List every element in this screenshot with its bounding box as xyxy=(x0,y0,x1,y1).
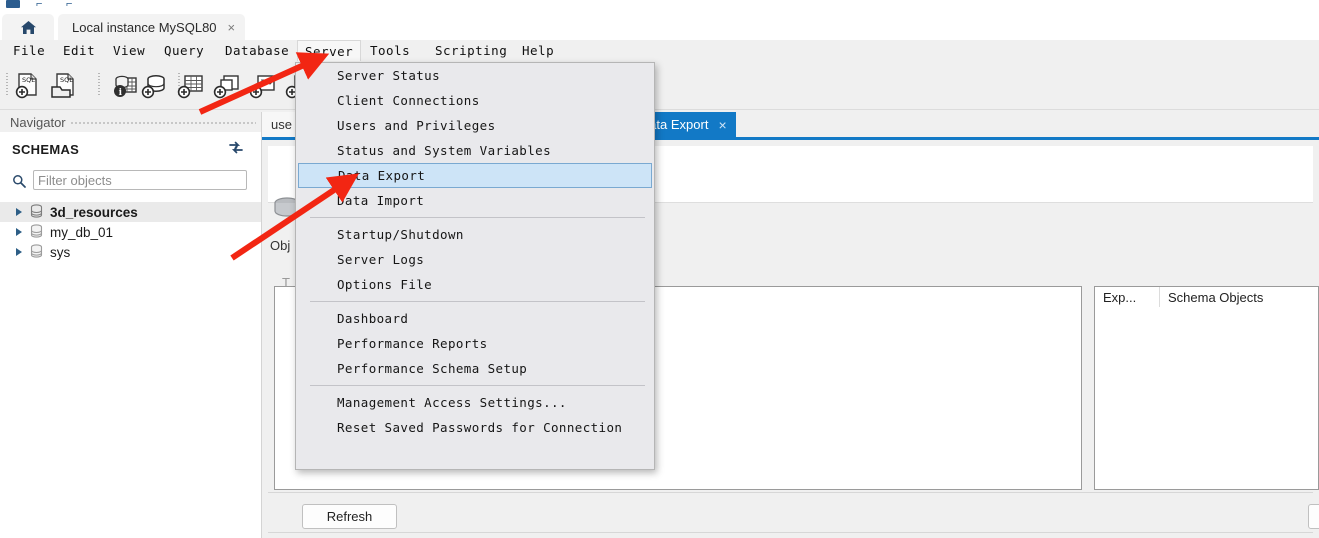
schema-tree-item-my-db-01[interactable]: my_db_01 xyxy=(0,222,262,242)
menu-item-reset-saved-passwords[interactable]: Reset Saved Passwords for Connection xyxy=(296,415,654,440)
menu-help[interactable]: Help xyxy=(515,40,561,61)
navigator-title: Navigator xyxy=(0,114,70,130)
database-icon xyxy=(30,223,43,241)
chevron-right-icon[interactable] xyxy=(16,228,22,236)
editor-tab-label: use xyxy=(271,117,292,132)
column-header-schema-objects[interactable]: Schema Objects xyxy=(1160,287,1271,307)
section-divider xyxy=(268,532,1313,533)
toolbar-separator xyxy=(6,73,8,97)
chrome-glyph-1: ⌐ xyxy=(36,0,43,10)
menu-item-server-logs[interactable]: Server Logs xyxy=(296,247,654,272)
menu-item-startup-shutdown[interactable]: Startup/Shutdown xyxy=(296,222,654,247)
menu-item-performance-schema-setup[interactable]: Performance Schema Setup xyxy=(296,356,654,381)
app-icon-fragment xyxy=(6,0,20,8)
create-table-icon[interactable] xyxy=(176,72,206,100)
chevron-right-icon[interactable] xyxy=(16,248,22,256)
search-icon xyxy=(12,174,26,193)
toolbar-separator xyxy=(98,73,100,97)
menu-file[interactable]: File xyxy=(6,40,52,61)
menu-item-data-export[interactable]: Data Export xyxy=(298,163,652,188)
menu-separator xyxy=(310,217,645,218)
main-toolbar: SQL SQL i xyxy=(0,61,1319,110)
menu-item-management-access-settings[interactable]: Management Access Settings... xyxy=(296,390,654,415)
select-views-button[interactable] xyxy=(1308,504,1319,529)
create-schema-icon[interactable] xyxy=(140,72,170,100)
close-icon[interactable]: × xyxy=(718,117,726,133)
schema-name: my_db_01 xyxy=(50,224,114,240)
database-icon xyxy=(30,203,43,221)
menu-item-performance-reports[interactable]: Performance Reports xyxy=(296,331,654,356)
schemas-label: SCHEMAS xyxy=(12,141,80,157)
server-dropdown-menu: Server Status Client Connections Users a… xyxy=(295,62,655,470)
menu-bar: File Edit View Query Database Server Too… xyxy=(0,40,1319,62)
connection-tab-strip: Local instance MySQL80 × xyxy=(0,12,1319,40)
menu-item-dashboard[interactable]: Dashboard xyxy=(296,306,654,331)
navigator-panel: Navigator SCHEMAS Filter objects 3d_reso… xyxy=(0,112,262,538)
create-procedure-icon[interactable] xyxy=(248,72,278,100)
menu-item-users-and-privileges[interactable]: Users and Privileges xyxy=(296,113,654,138)
menu-separator xyxy=(310,385,645,386)
svg-text:i: i xyxy=(119,88,123,98)
connection-tab-label: Local instance MySQL80 xyxy=(72,19,217,35)
menu-item-client-connections[interactable]: Client Connections xyxy=(296,88,654,113)
svg-text:SQL: SQL xyxy=(22,76,35,84)
open-sql-script-icon[interactable]: SQL xyxy=(50,72,80,100)
refresh-button[interactable]: Refresh xyxy=(302,504,397,529)
filter-objects-input[interactable] xyxy=(33,170,247,190)
menu-tools[interactable]: Tools xyxy=(363,40,417,61)
filter-objects-row xyxy=(10,170,250,192)
menu-database[interactable]: Database xyxy=(218,40,296,61)
column-header-export[interactable]: Exp... xyxy=(1095,287,1160,307)
schema-objects-list[interactable]: Exp... Schema Objects xyxy=(1094,286,1319,490)
refresh-schemas-icon[interactable] xyxy=(228,141,244,160)
schema-tree-item-3d-resources[interactable]: 3d_resources xyxy=(0,202,262,222)
server-info-icon[interactable]: i xyxy=(110,72,140,100)
navigator-header: Navigator xyxy=(0,112,262,132)
menu-view[interactable]: View xyxy=(106,40,152,61)
objects-section-heading: Obj xyxy=(270,238,291,253)
svg-text:SQL: SQL xyxy=(60,76,73,84)
home-tab[interactable] xyxy=(2,14,54,40)
schema-tree-item-sys[interactable]: sys xyxy=(0,242,262,262)
create-view-icon[interactable] xyxy=(212,72,242,100)
schema-name: 3d_resources xyxy=(50,204,138,220)
menu-item-options-file[interactable]: Options File xyxy=(296,272,654,297)
menu-item-data-import[interactable]: Data Import xyxy=(296,188,654,213)
chrome-glyph-2: ⌐ xyxy=(66,0,73,10)
close-icon[interactable]: × xyxy=(228,21,236,34)
new-sql-tab-icon[interactable]: SQL xyxy=(14,72,44,100)
section-divider xyxy=(268,492,1313,493)
database-icon xyxy=(30,243,43,261)
menu-separator xyxy=(310,301,645,302)
menu-edit[interactable]: Edit xyxy=(56,40,102,61)
home-icon xyxy=(20,20,37,35)
menu-item-server-status[interactable]: Server Status xyxy=(296,63,654,88)
menu-query[interactable]: Query xyxy=(157,40,211,61)
schema-tree: 3d_resources my_db_01 sys xyxy=(0,202,262,262)
schemas-section-header: SCHEMAS xyxy=(0,136,262,162)
chevron-right-icon[interactable] xyxy=(16,208,22,216)
menu-scripting[interactable]: Scripting xyxy=(428,40,514,61)
connection-tab-local-instance[interactable]: Local instance MySQL80 × xyxy=(58,14,246,40)
schema-objects-header: Exp... Schema Objects xyxy=(1095,287,1318,307)
menu-item-status-and-system-variables[interactable]: Status and System Variables xyxy=(296,138,654,163)
menu-server[interactable]: Server xyxy=(297,40,362,62)
schema-name: sys xyxy=(50,244,71,260)
mysql-workbench-window: ⌐ ⌐ Local instance MySQL80 × File Edit V… xyxy=(0,0,1319,538)
